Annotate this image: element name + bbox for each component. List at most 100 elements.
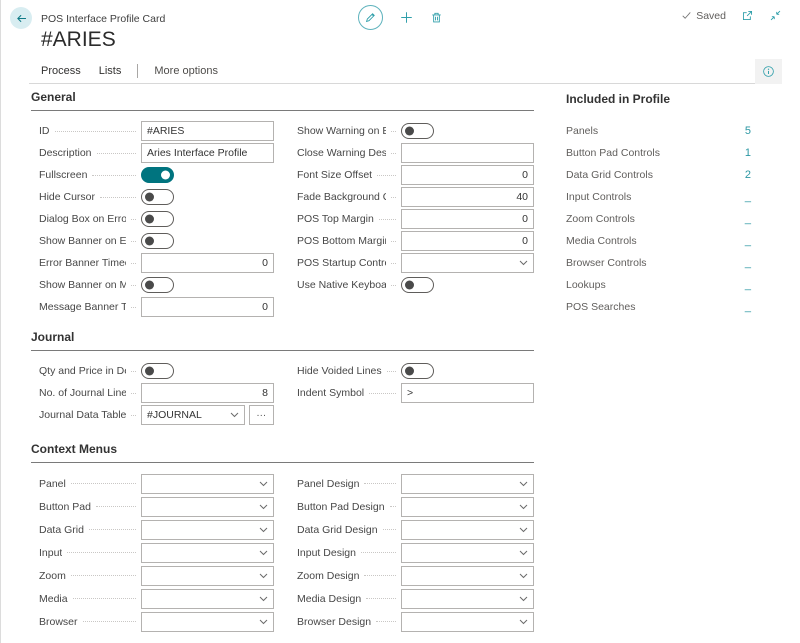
field-dropdown[interactable]	[141, 589, 274, 609]
field-dropdown[interactable]: #JOURNAL	[141, 405, 245, 425]
field-input[interactable]: Aries Interface Profile	[141, 143, 274, 163]
field-label: Qty and Price in Descr.	[39, 365, 126, 377]
field-input[interactable]: 8	[141, 383, 274, 403]
factbox-item-value-link[interactable]: _	[745, 257, 751, 269]
field-input[interactable]: 0	[141, 253, 274, 273]
journal-left-column: Qty and Price in Descr. No. of Journal L…	[39, 360, 274, 426]
factbox-row: POS Searches _	[566, 296, 751, 318]
field-row: Description Aries Interface Profile	[39, 142, 274, 164]
field-label: Media	[39, 593, 68, 605]
field-label: No. of Journal Lines	[39, 387, 126, 399]
field-input[interactable]: 0	[401, 165, 534, 185]
field-row: Button Pad Design	[297, 495, 534, 518]
field-label: POS Bottom Margin	[297, 235, 386, 247]
toggle-knob	[145, 281, 154, 290]
field-dropdown[interactable]	[141, 543, 274, 563]
field-row: No. of Journal Lines 8	[39, 382, 274, 404]
field-row: POS Top Margin 0	[297, 208, 534, 230]
field-toggle[interactable]	[401, 363, 434, 379]
field-dropdown[interactable]	[141, 520, 274, 540]
factbox-item-value-link[interactable]: _	[745, 191, 751, 203]
factbox-item-value-link[interactable]: _	[745, 279, 751, 291]
field-dropdown[interactable]	[141, 566, 274, 586]
field-dropdown[interactable]	[401, 474, 534, 494]
page-title: #ARIES	[41, 28, 116, 52]
info-button[interactable]	[755, 59, 782, 84]
field-label: POS Startup Controller ID	[297, 257, 386, 269]
field-row: Journal Data Table ID #JOURNAL ...	[39, 404, 274, 426]
field-dropdown[interactable]	[141, 612, 274, 632]
field-dropdown[interactable]	[141, 497, 274, 517]
new-button[interactable]	[400, 11, 413, 24]
field-label: Close Warning Descripti...	[297, 147, 386, 159]
field-row: Data Grid Design	[297, 518, 534, 541]
tab-lists[interactable]: Lists	[99, 65, 122, 77]
field-label: Show Banner on Error	[39, 235, 126, 247]
factbox-item-label: Media Controls	[566, 235, 745, 247]
field-dropdown[interactable]	[401, 612, 534, 632]
check-icon	[681, 10, 692, 21]
field-dropdown[interactable]	[401, 589, 534, 609]
toggle-knob	[405, 127, 414, 136]
factbox-row: Panels 5	[566, 120, 751, 142]
field-dropdown[interactable]	[401, 566, 534, 586]
open-in-new-window-button[interactable]	[741, 9, 754, 22]
field-label: Fullscreen	[39, 169, 87, 181]
field-dropdown[interactable]	[401, 497, 534, 517]
more-options-button[interactable]: More options	[154, 65, 218, 77]
field-dropdown[interactable]	[401, 253, 534, 273]
general-right-column: Show Warning on Bros... Close Warning De…	[297, 120, 534, 296]
factbox-item-value-link[interactable]: 2	[745, 169, 751, 181]
field-toggle[interactable]	[141, 233, 174, 249]
field-dropdown[interactable]	[141, 474, 274, 494]
field-toggle[interactable]	[401, 123, 434, 139]
field-row: Fade Background Opaci... 40	[297, 186, 534, 208]
factbox-item-label: Lookups	[566, 279, 745, 291]
dotted-leader	[364, 481, 396, 484]
delete-button[interactable]	[430, 11, 443, 24]
factbox-item-value-link[interactable]: _	[745, 213, 751, 225]
tab-process[interactable]: Process	[41, 65, 81, 77]
edit-button[interactable]	[358, 5, 383, 30]
minimize-page-button[interactable]	[769, 9, 782, 22]
section-context-menus-title[interactable]: Context Menus	[31, 442, 534, 463]
factbox-item-value-link[interactable]: _	[745, 301, 751, 313]
dotted-leader	[131, 369, 136, 372]
field-row: POS Startup Controller ID	[297, 252, 534, 274]
field-toggle[interactable]	[141, 277, 174, 293]
field-input[interactable]: 0	[141, 297, 274, 317]
section-general-title[interactable]: General	[31, 90, 534, 111]
factbox-item-value-link[interactable]: 1	[745, 147, 751, 159]
dotted-leader	[131, 217, 136, 220]
field-input[interactable]: 0	[401, 231, 534, 251]
toggle-knob	[145, 367, 154, 376]
field-label: Show Warning on Bros...	[297, 125, 386, 137]
factbox-item-value-link[interactable]: _	[745, 235, 751, 247]
field-toggle[interactable]	[141, 167, 174, 183]
section-journal-title[interactable]: Journal	[31, 330, 534, 351]
factbox-item-value-link[interactable]: 5	[745, 125, 751, 137]
field-toggle[interactable]	[141, 211, 174, 227]
field-toggle[interactable]	[141, 189, 174, 205]
field-dropdown[interactable]	[401, 543, 534, 563]
dotted-leader	[131, 283, 136, 286]
field-label: Error Banner Timeout	[39, 257, 126, 269]
field-input[interactable]: >	[401, 383, 534, 403]
field-input[interactable]: 0	[401, 209, 534, 229]
field-dropdown[interactable]	[401, 520, 534, 540]
field-input[interactable]: 40	[401, 187, 534, 207]
dotted-leader	[391, 261, 396, 264]
arrow-left-icon	[15, 12, 28, 25]
field-row: Show Banner on Error	[39, 230, 274, 252]
dotted-leader	[83, 619, 136, 622]
field-input[interactable]: #ARIES	[141, 121, 274, 141]
chevron-down-icon	[519, 504, 528, 510]
field-toggle[interactable]	[401, 277, 434, 293]
field-label: Message Banner Timeout	[39, 301, 126, 313]
assist-edit-button[interactable]: ...	[249, 405, 274, 425]
field-toggle[interactable]	[141, 363, 174, 379]
field-label: Dialog Box on Error	[39, 213, 126, 225]
back-button[interactable]	[10, 7, 32, 29]
field-input[interactable]	[401, 143, 534, 163]
dotted-leader	[377, 173, 396, 176]
